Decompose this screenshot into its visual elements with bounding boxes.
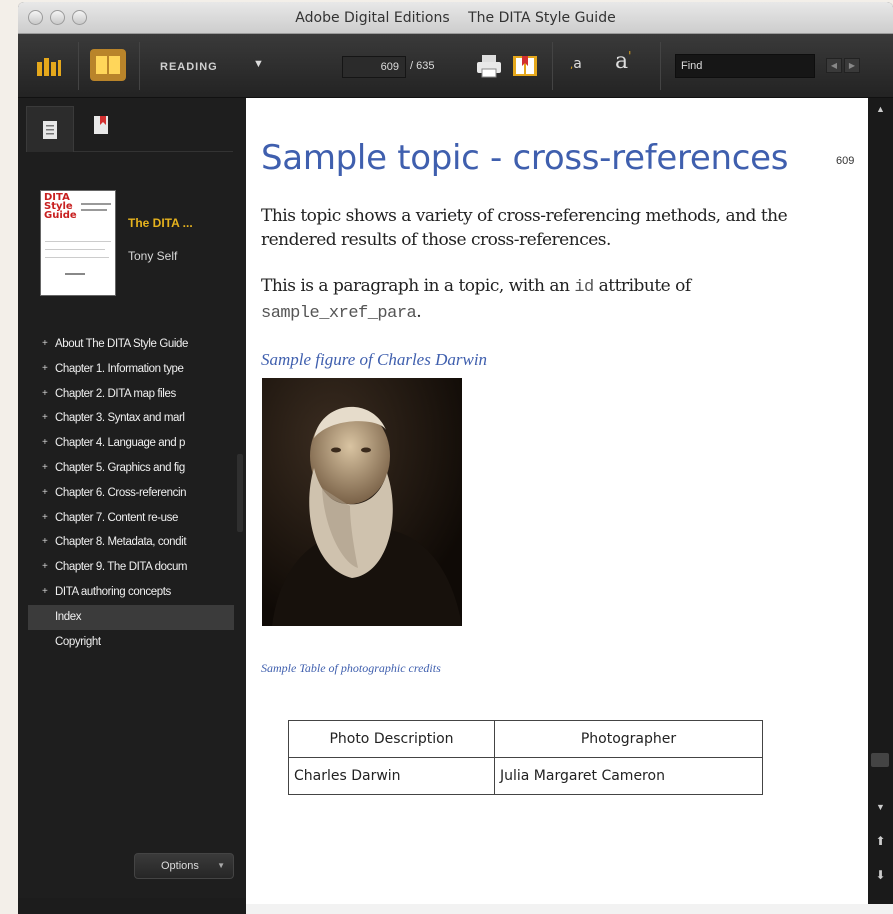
figure-caption: Sample figure of Charles Darwin: [261, 350, 488, 369]
plus-icon[interactable]: +: [42, 332, 48, 356]
plus-icon[interactable]: +: [42, 555, 48, 579]
toc-item-index[interactable]: Index: [28, 604, 234, 630]
plus-icon[interactable]: +: [42, 506, 48, 530]
print-icon[interactable]: [476, 54, 502, 78]
scroll-down-icon[interactable]: ⬇: [868, 864, 893, 886]
plus-icon[interactable]: +: [42, 382, 48, 406]
code-text: sample_xref_para: [261, 304, 417, 323]
credits-table: Photo Description Photographer Charles D…: [288, 720, 763, 795]
app-title: Adobe Digital Editions: [295, 10, 450, 26]
table-header: Photo Description: [288, 720, 495, 758]
options-button[interactable]: Options ▼: [134, 853, 234, 879]
toc-item[interactable]: + Chapter 3. Syntax and marl: [28, 406, 234, 431]
plus-icon[interactable]: +: [42, 431, 48, 455]
vertical-scrollbar[interactable]: ▲ ▼ ⬆ ⬇: [868, 98, 893, 904]
table-caption: Sample Table of photographic credits: [261, 661, 441, 675]
view-mode-label[interactable]: READING: [160, 61, 218, 73]
toc-item[interactable]: + DITA authoring concepts: [28, 580, 234, 605]
find-input[interactable]: Find: [675, 54, 815, 78]
plus-icon[interactable]: +: [42, 456, 48, 480]
toc-item[interactable]: + Chapter 1. Information type: [28, 357, 234, 382]
reading-pane[interactable]: Sample topic - cross-references 609 This…: [246, 98, 868, 904]
reading-view-icon[interactable]: [90, 49, 126, 81]
tab-toc[interactable]: [26, 106, 74, 152]
toc-item[interactable]: + About The DITA Style Guide: [28, 332, 234, 357]
app-window: Adobe Digital Editions The DITA Style Gu…: [18, 2, 893, 914]
toc-icon: [43, 121, 57, 139]
book-title[interactable]: The DITA ...: [128, 216, 193, 230]
chevron-down-icon[interactable]: ▼: [868, 796, 893, 818]
page-number-input[interactable]: 609: [342, 56, 406, 78]
toc-item[interactable]: + Chapter 4. Language and p: [28, 431, 234, 456]
toc-item[interactable]: + Chapter 7. Content re-use: [28, 506, 234, 531]
table-cell: Julia Margaret Cameron: [494, 757, 763, 795]
toc-item[interactable]: + Chapter 6. Cross-referencin: [28, 481, 234, 506]
code-text: id: [574, 278, 594, 297]
bookmark-icon[interactable]: [512, 54, 538, 78]
scroll-up-icon[interactable]: ⬆: [868, 830, 893, 852]
sidebar-tabs: [26, 106, 233, 152]
prev-result-icon[interactable]: ◀: [826, 58, 842, 73]
increase-font-icon[interactable]: a': [615, 49, 631, 74]
sidebar-resize-handle[interactable]: [237, 454, 243, 532]
chevron-down-icon: ▼: [217, 861, 225, 870]
table-of-contents: + About The DITA Style Guide + Chapter 1. …: [28, 332, 234, 654]
paragraph: This is a paragraph in a topic, with an …: [261, 276, 691, 323]
book-cover[interactable]: DITA Style Guide: [40, 190, 116, 296]
tab-bookmarks[interactable]: [84, 106, 132, 152]
window-title: Adobe Digital Editions The DITA Style Gu…: [18, 10, 893, 26]
scroll-up-icon[interactable]: ▲: [868, 98, 893, 120]
toc-item[interactable]: + Chapter 8. Metadata, condit: [28, 530, 234, 555]
darwin-photo: [262, 378, 462, 626]
sidebar: DITA Style Guide The DITA ... Tony Self …: [18, 98, 246, 898]
table-header-row: Photo Description Photographer: [288, 720, 763, 758]
page-number-label: 609: [836, 155, 855, 167]
document-title: The DITA Style Guide: [468, 10, 616, 26]
plus-icon[interactable]: +: [42, 357, 48, 381]
plus-icon[interactable]: +: [42, 580, 48, 604]
toolbar: READING ▼ 609 / 635 ,a a' Find ◀ ▶: [18, 34, 893, 98]
toc-item[interactable]: + Chapter 2. DITA map files: [28, 382, 234, 407]
page-total: / 635: [410, 60, 435, 72]
scrollbar-thumb[interactable]: [871, 753, 889, 767]
dropdown-icon[interactable]: ▼: [253, 58, 264, 70]
title-bar: Adobe Digital Editions The DITA Style Gu…: [18, 2, 893, 34]
table-row: Charles Darwin Julia Margaret Cameron: [288, 757, 763, 795]
toc-item[interactable]: + Chapter 5. Graphics and fig: [28, 456, 234, 481]
library-icon[interactable]: [35, 54, 63, 78]
decrease-font-icon[interactable]: ,a: [570, 56, 582, 72]
status-strip: [246, 904, 893, 914]
toc-item[interactable]: + Chapter 9. The DITA docum: [28, 555, 234, 580]
plus-icon[interactable]: +: [42, 481, 48, 505]
table-header: Photographer: [494, 720, 763, 758]
next-result-icon[interactable]: ▶: [844, 58, 860, 73]
paragraph: This topic shows a variety of cross-refe…: [261, 206, 788, 250]
table-cell: Charles Darwin: [288, 757, 495, 795]
toc-item-copyright[interactable]: Copyright: [28, 630, 234, 655]
plus-icon[interactable]: +: [42, 530, 48, 554]
book-author: Tony Self: [128, 249, 178, 263]
bookmarks-tab-icon: [94, 116, 108, 134]
plus-icon[interactable]: +: [42, 406, 48, 430]
page-title: Sample topic - cross-references: [261, 138, 789, 178]
